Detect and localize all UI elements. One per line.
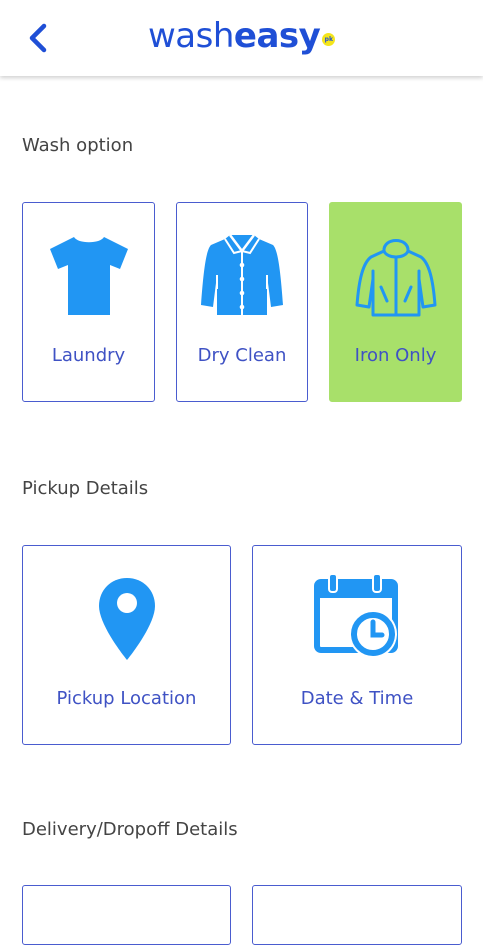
pickup-location-card[interactable]: Pickup Location bbox=[22, 545, 231, 745]
location-pin-icon bbox=[98, 578, 155, 660]
wash-option-laundry[interactable]: Laundry bbox=[22, 202, 155, 402]
wash-option-dry-clean[interactable]: Dry Clean bbox=[176, 202, 308, 402]
pickup-details-title: Pickup Details bbox=[22, 478, 149, 499]
app-header: wash easy pk bbox=[0, 0, 483, 76]
pickup-location-label: Pickup Location bbox=[56, 688, 197, 709]
wash-option-label: Iron Only bbox=[354, 345, 437, 366]
calendar-clock-icon bbox=[314, 573, 398, 658]
date-time-card[interactable]: Date & Time bbox=[252, 545, 462, 745]
tshirt-icon bbox=[49, 236, 128, 315]
dropoff-location-card[interactable] bbox=[22, 885, 231, 945]
wash-option-title: Wash option bbox=[22, 135, 134, 156]
wash-option-label: Laundry bbox=[51, 345, 126, 366]
back-button[interactable] bbox=[22, 20, 54, 56]
logo-text-easy: easy bbox=[233, 16, 321, 56]
chevron-left-icon bbox=[29, 23, 47, 53]
jacket-icon bbox=[355, 239, 436, 317]
logo-text-wash: wash bbox=[148, 16, 234, 56]
app-logo: wash easy pk bbox=[148, 14, 336, 58]
logo-badge: pk bbox=[322, 32, 336, 46]
wash-option-iron-only[interactable]: Iron Only bbox=[329, 202, 462, 402]
shirt-icon bbox=[201, 234, 283, 315]
wash-option-label: Dry Clean bbox=[197, 345, 287, 366]
date-time-label: Date & Time bbox=[300, 688, 414, 709]
dropoff-date-time-card[interactable] bbox=[252, 885, 462, 945]
delivery-details-title: Delivery/Dropoff Details bbox=[22, 819, 238, 840]
